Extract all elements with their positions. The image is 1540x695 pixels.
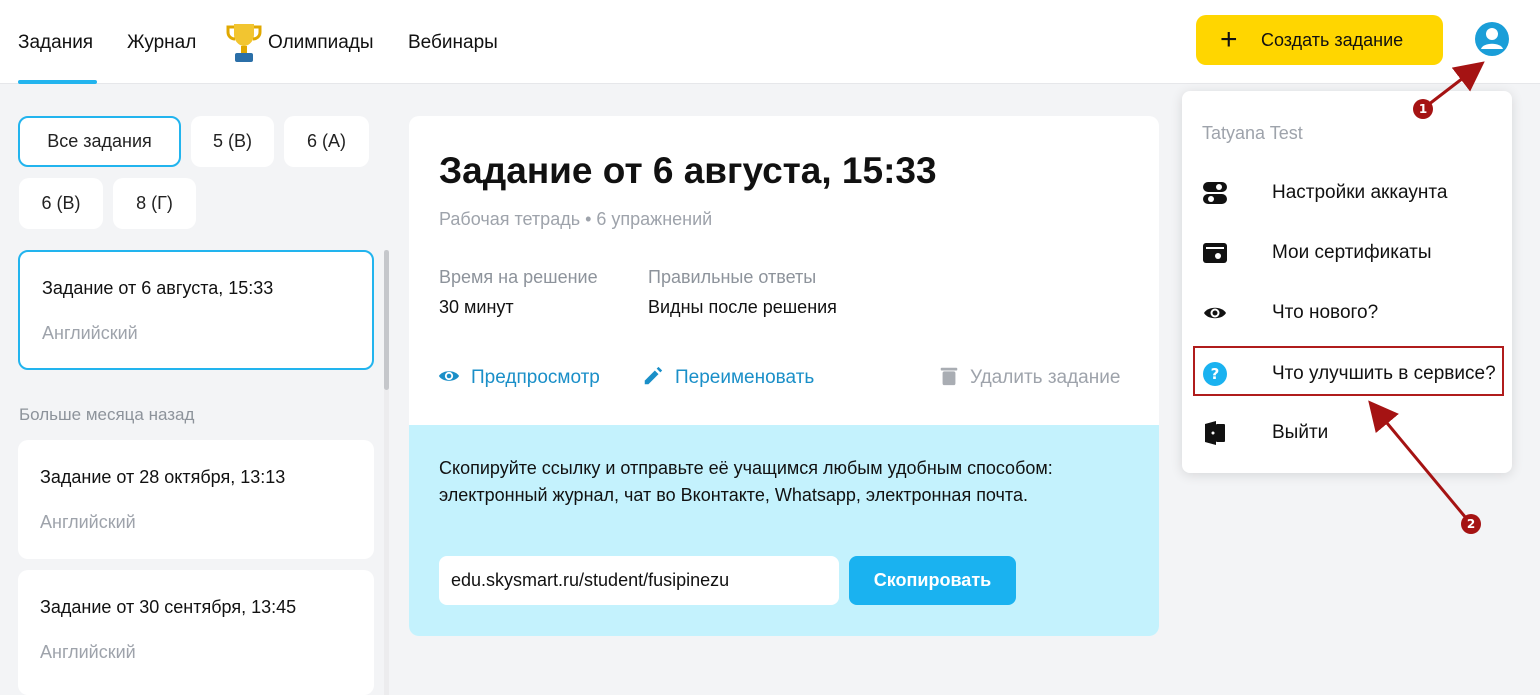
answers-value: Видны после решения xyxy=(648,297,837,317)
preview-link[interactable]: Предпросмотр xyxy=(471,367,600,389)
menu-item-label: Что нового? xyxy=(1272,302,1379,323)
menu-item-label: Мои сертификаты xyxy=(1272,242,1432,263)
filter-8g[interactable]: 8 (Г) xyxy=(113,178,196,229)
task-item-subject: Английский xyxy=(42,323,138,343)
menu-item-logout[interactable]: Выйти xyxy=(1202,412,1502,452)
user-avatar-icon[interactable] xyxy=(1474,21,1510,57)
task-list-item[interactable]: Задание от 28 октября, 13:13 Английский xyxy=(18,440,374,559)
menu-item-label: Выйти xyxy=(1272,422,1329,443)
create-task-label: Создать задание xyxy=(1261,30,1404,50)
menu-item-certificates[interactable]: Мои сертификаты xyxy=(1202,232,1502,272)
task-item-title: Задание от 28 октября, 13:13 xyxy=(40,467,286,487)
share-link-panel: Скопируйте ссылку и отправьте её учащимс… xyxy=(409,425,1159,636)
task-list-item-selected[interactable]: Задание от 6 августа, 15:33 Английский xyxy=(18,250,374,370)
toggle-icon xyxy=(1203,182,1227,204)
share-instructions: Скопируйте ссылку и отправьте её учащимс… xyxy=(439,458,1053,505)
annotation-badge-1: 1 xyxy=(1413,99,1433,119)
copy-link-button[interactable]: Скопировать xyxy=(849,556,1016,605)
pencil-icon xyxy=(644,366,663,385)
nav-tab-tasks[interactable]: Задания xyxy=(18,32,93,54)
student-link-field[interactable]: edu.skysmart.ru/student/fusipinezu xyxy=(439,556,839,605)
plus-icon: + xyxy=(1220,23,1238,56)
task-list-scroll-thumb[interactable] xyxy=(384,250,389,390)
delete-task-link[interactable]: Удалить задание xyxy=(970,367,1120,389)
create-task-button[interactable]: + Создать задание xyxy=(1196,15,1443,65)
menu-username: Tatyana Test xyxy=(1202,123,1303,143)
eye-icon xyxy=(438,371,460,381)
rename-link[interactable]: Переименовать xyxy=(675,367,814,389)
trophy-icon xyxy=(226,24,262,62)
task-item-subject: Английский xyxy=(40,512,136,532)
filter-6v[interactable]: 6 (В) xyxy=(19,178,103,229)
active-tab-indicator xyxy=(18,80,97,84)
trash-icon xyxy=(940,367,958,386)
nav-tab-olympiads[interactable]: Олимпиады xyxy=(268,32,374,54)
task-list-item[interactable]: Задание от 30 сентября, 13:45 Английский xyxy=(18,570,374,695)
account-dropdown-menu: Tatyana Test Настройки аккаунта Мои серт… xyxy=(1182,91,1512,473)
time-value: 30 минут xyxy=(439,297,514,317)
task-subtitle: Рабочая тетрадь • 6 упражнений xyxy=(439,209,713,229)
nav-tab-journal[interactable]: Журнал xyxy=(127,32,196,54)
task-item-title: Задание от 30 сентября, 13:45 xyxy=(40,597,297,617)
filter-5v[interactable]: 5 (В) xyxy=(191,116,274,167)
task-item-subject: Английский xyxy=(40,642,136,662)
menu-item-whats-new[interactable]: Что нового? xyxy=(1202,292,1502,332)
menu-item-label: Настройки аккаунта xyxy=(1272,182,1448,203)
task-item-title: Задание от 6 августа, 15:33 xyxy=(42,278,274,298)
task-details-card: Задание от 6 августа, 15:33 Рабочая тетр… xyxy=(409,116,1159,636)
nav-tab-webinars[interactable]: Вебинары xyxy=(408,32,498,54)
filter-all-tasks[interactable]: Все задания xyxy=(18,116,181,167)
task-title: Задание от 6 августа, 15:33 xyxy=(439,150,937,191)
annotation-badge-2: 2 xyxy=(1461,514,1481,534)
annotation-highlight-box xyxy=(1193,346,1504,396)
top-navigation: Задания Журнал Олимпиады Вебинары + Созд… xyxy=(0,0,1540,84)
eye-icon xyxy=(1204,307,1226,319)
menu-item-account-settings[interactable]: Настройки аккаунта xyxy=(1202,172,1502,212)
answers-label: Правильные ответы xyxy=(648,267,817,287)
filter-6a[interactable]: 6 (А) xyxy=(284,116,369,167)
certificate-icon xyxy=(1203,243,1227,263)
logout-icon xyxy=(1205,421,1225,445)
older-section-label: Больше месяца назад xyxy=(19,405,195,424)
time-label: Время на решение xyxy=(439,267,598,287)
